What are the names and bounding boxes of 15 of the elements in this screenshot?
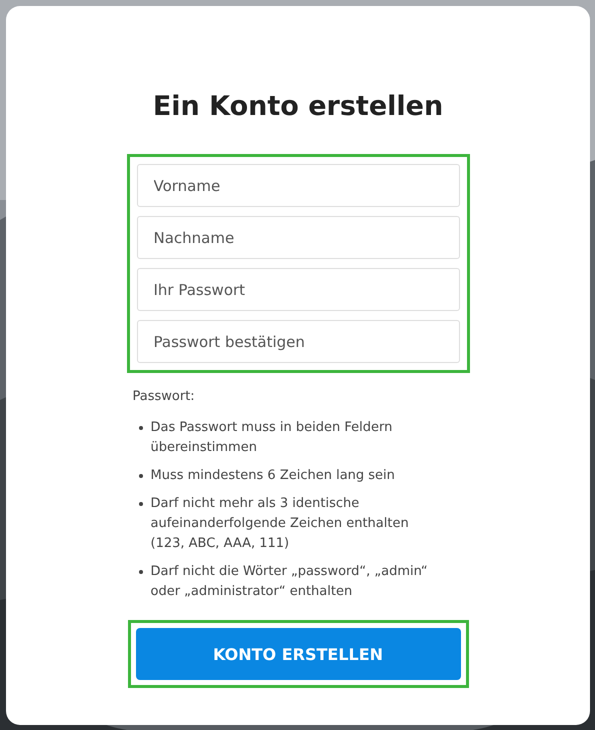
input-field[interactable]: Passwort bestätigen bbox=[136, 320, 460, 363]
create-account-button[interactable]: KONTO ERSTELLEN bbox=[136, 628, 460, 680]
rule-text: Darf nicht mehr als 3 identische aufeinanderfolgende Zeichen enthalten (123, ABC, AAA, 111) bbox=[150, 495, 410, 553]
form-title: Ein Konto erstellen bbox=[152, 90, 444, 124]
bullet-icon bbox=[138, 426, 142, 430]
rule-text: Muss mindestens 6 Zeichen lang sein bbox=[150, 467, 396, 485]
bullet-icon bbox=[138, 502, 142, 506]
input-field[interactable]: Ihr Passwort bbox=[136, 268, 460, 311]
input-field[interactable]: Vorname bbox=[136, 164, 460, 207]
rule-text: Darf nicht die Wörter „password“, „admin“ oder „administrator“ enthalten bbox=[150, 563, 429, 601]
rule-text: Das Passwort muss in beiden Feldern übereinstimmen bbox=[150, 419, 394, 457]
rules-heading: Passwort: bbox=[132, 389, 196, 404]
input-field[interactable]: Nachname bbox=[136, 216, 460, 259]
bullet-icon bbox=[138, 474, 142, 478]
bullet-icon bbox=[138, 570, 142, 574]
